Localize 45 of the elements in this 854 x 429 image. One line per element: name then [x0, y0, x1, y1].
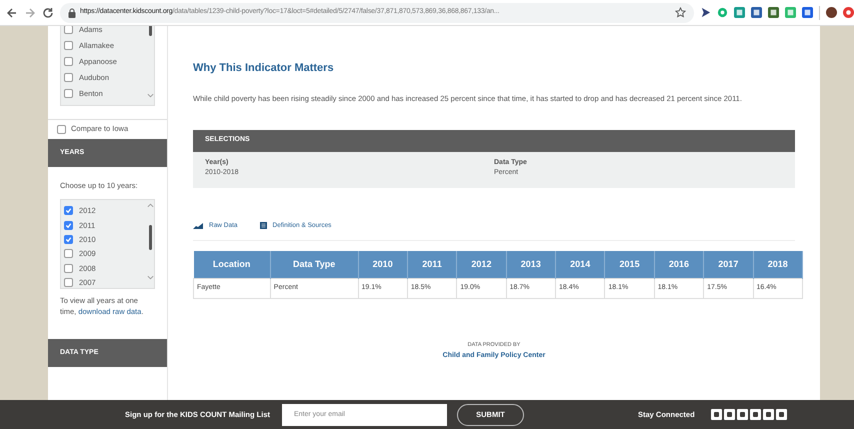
forward-icon[interactable]	[24, 6, 36, 18]
extension-icon[interactable]	[751, 7, 762, 18]
checkbox[interactable]	[64, 41, 73, 50]
scrollbar-thumb[interactable]	[148, 225, 152, 250]
column-header[interactable]: 2014	[556, 250, 605, 278]
checkbox[interactable]	[64, 89, 73, 98]
circle-icon[interactable]	[717, 7, 728, 18]
checkbox[interactable]	[64, 264, 73, 273]
profile-avatar-icon[interactable]	[826, 7, 837, 18]
column-header[interactable]: 2016	[654, 250, 704, 278]
lock-icon	[68, 8, 76, 18]
extension-icon[interactable]	[785, 7, 796, 18]
extension-icon[interactable]	[802, 7, 813, 18]
column-header[interactable]: 2012	[456, 250, 506, 278]
checkbox[interactable]	[64, 73, 73, 82]
play-icon[interactable]	[700, 7, 711, 18]
column-header[interactable]: 2013	[506, 250, 556, 278]
star-icon[interactable]	[675, 7, 686, 18]
checkbox[interactable]	[64, 57, 73, 66]
column-header[interactable]: 2015	[604, 250, 654, 278]
scrollbar-thumb[interactable]	[148, 26, 152, 36]
checkbox[interactable]	[64, 278, 73, 288]
chevron-down-icon[interactable]	[146, 275, 154, 280]
reload-icon[interactable]	[42, 6, 54, 18]
checkbox[interactable]	[64, 220, 73, 230]
column-header[interactable]: 2011	[407, 250, 457, 278]
extension-icon[interactable]	[768, 7, 779, 18]
chart-icon	[193, 222, 203, 228]
column-header[interactable]: Location	[194, 250, 270, 278]
checkbox[interactable]	[64, 26, 73, 34]
column-header[interactable]: 2017	[704, 250, 753, 278]
extension-icon[interactable]	[843, 7, 854, 18]
back-icon[interactable]	[6, 6, 18, 18]
chevron-down-icon[interactable]	[146, 93, 154, 98]
section-heading: Why This Indicator Matters	[193, 61, 335, 76]
checkbox[interactable]	[64, 249, 73, 258]
extension-icon[interactable]	[734, 7, 745, 18]
chevron-up-icon[interactable]	[146, 203, 154, 208]
column-header[interactable]: Data Type	[270, 250, 358, 278]
column-header[interactable]: 2018	[753, 250, 802, 278]
document-icon	[260, 222, 267, 229]
checkbox[interactable]	[64, 235, 73, 244]
checkbox[interactable]	[57, 124, 66, 134]
column-header[interactable]: 2010	[358, 250, 408, 278]
checkbox[interactable]	[64, 206, 73, 216]
